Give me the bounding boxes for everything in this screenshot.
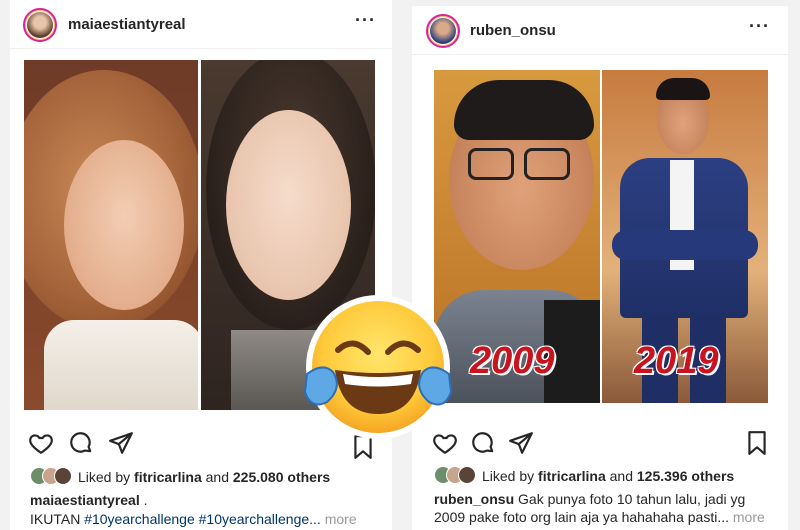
caption-username[interactable]: ruben_onsu <box>434 491 514 507</box>
caption-more-link[interactable]: more <box>325 511 357 527</box>
likes-summary[interactable]: Liked by fitricarlina and 225.080 others <box>78 469 330 485</box>
liker-avatars <box>434 466 480 484</box>
ellipsis-icon[interactable]: ··· <box>355 10 376 31</box>
bookmark-icon[interactable] <box>744 430 770 456</box>
post-username[interactable]: maiaestiantyreal <box>68 16 186 33</box>
caption-line-2: 2009 pake foto org lain aja ya hahahaha … <box>434 509 765 525</box>
post-actions <box>432 430 782 456</box>
post-header: maiaestiantyreal ··· <box>10 0 392 49</box>
share-icon[interactable] <box>508 430 534 456</box>
tears-of-joy-emoji <box>303 295 453 439</box>
likes-count[interactable]: 225.080 others <box>233 469 330 485</box>
caption-hashtags[interactable]: #10yearchallenge #10yearchallenge... <box>84 511 321 527</box>
avatar[interactable] <box>23 8 57 42</box>
caption-line-1: maiaestiantyreal . <box>30 492 148 508</box>
caption-line-1: ruben_onsu Gak punya foto 10 tahun lalu,… <box>434 491 745 507</box>
caption-text: Gak punya foto 10 tahun lalu, jadi yg <box>514 491 746 507</box>
comment-icon[interactable] <box>470 430 496 456</box>
ellipsis-icon[interactable]: ··· <box>749 16 770 37</box>
liker-avatars <box>30 467 76 485</box>
year-label-after: 2019 <box>634 340 719 382</box>
post-username[interactable]: ruben_onsu <box>470 22 556 39</box>
likes-summary[interactable]: Liked by fitricarlina and 125.396 others <box>482 468 734 484</box>
avatar[interactable] <box>426 14 460 48</box>
post-maiaestiantyreal: maiaestiantyreal ··· Liked by fitricarli… <box>10 0 392 530</box>
likes-count[interactable]: 125.396 others <box>637 468 734 484</box>
post-ruben_onsu: ruben_onsu ··· 2009 2019 Liked by fitric… <box>412 6 788 530</box>
heart-icon[interactable] <box>28 430 54 456</box>
liker-username[interactable]: fitricarlina <box>134 469 202 485</box>
post-photo-before[interactable] <box>24 60 198 410</box>
comment-icon[interactable] <box>68 430 94 456</box>
caption-line-2: IKUTAN #10yearchallenge #10yearchallenge… <box>30 511 357 527</box>
post-header: ruben_onsu ··· <box>412 6 788 55</box>
caption-username[interactable]: maiaestiantyreal <box>30 492 140 508</box>
caption-line2-text: IKUTAN <box>30 511 81 527</box>
caption-more-link[interactable]: more <box>733 509 765 525</box>
liker-username[interactable]: fitricarlina <box>538 468 606 484</box>
year-label-before: 2009 <box>470 340 555 382</box>
caption-text: . <box>139 492 148 508</box>
share-icon[interactable] <box>108 430 134 456</box>
caption-line2-text: 2009 pake foto org lain aja ya hahahaha … <box>434 509 729 525</box>
